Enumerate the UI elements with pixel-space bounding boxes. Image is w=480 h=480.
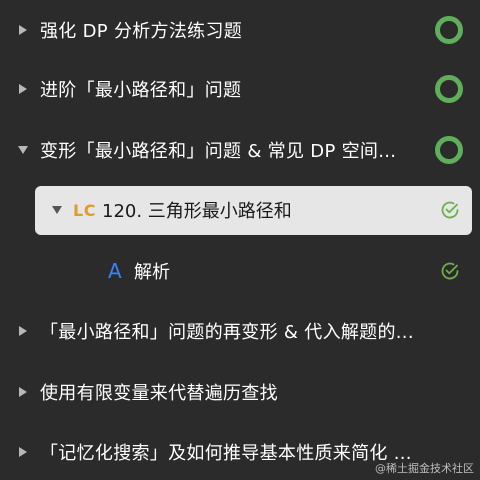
chevron-right-icon[interactable] <box>18 83 28 95</box>
chevron-right-icon[interactable] <box>18 386 28 398</box>
tree-item-title: 变形「最小路径和」问题 & 常见 DP 空间... <box>40 141 397 162</box>
watermark: @稀土掘金技术社区 <box>375 462 474 475</box>
tree-item-4[interactable]: 「最小路径和」问题的再变形 & 代入解题的... <box>0 301 480 361</box>
tree-item-title: 进阶「最小路径和」问题 <box>40 80 242 101</box>
tree-item-2[interactable]: 进阶「最小路径和」问题 <box>0 59 480 119</box>
check-circle-icon <box>440 200 460 220</box>
tree-item-3[interactable]: 变形「最小路径和」问题 & 常见 DP 空间... <box>0 120 480 180</box>
progress-ring-icon <box>435 75 463 103</box>
chevron-down-icon[interactable] <box>18 144 28 156</box>
tree-subitem-lc120[interactable]: LC 120. 三角形最小路径和 <box>0 180 480 240</box>
leetcode-badge-icon: LC <box>73 200 96 220</box>
tree-item-title: 强化 DP 分析方法练习题 <box>40 21 243 42</box>
chevron-right-icon[interactable] <box>18 325 28 337</box>
check-circle-icon <box>440 261 460 281</box>
article-badge-icon: A <box>108 259 122 283</box>
chevron-right-icon[interactable] <box>18 446 28 458</box>
progress-ring-icon <box>435 136 463 164</box>
tree-subitem-analysis[interactable]: A 解析 <box>0 241 480 301</box>
tree-item-title: 使用有限变量来代替遍历查找 <box>40 383 278 404</box>
progress-ring-icon <box>435 16 463 44</box>
analysis-title: 解析 <box>134 262 170 283</box>
problem-title: 120. 三角形最小路径和 <box>102 201 292 222</box>
chevron-right-icon[interactable] <box>18 24 28 36</box>
course-tree: 强化 DP 分析方法练习题 进阶「最小路径和」问题 变形「最小路径和」问题 & … <box>0 0 480 480</box>
chevron-down-icon[interactable] <box>52 204 62 216</box>
tree-item-1[interactable]: 强化 DP 分析方法练习题 <box>0 0 480 60</box>
tree-item-title: 「记忆化搜索」及如何推导基本性质来简化 ... <box>40 443 412 464</box>
tree-item-title: 「最小路径和」问题的再变形 & 代入解题的... <box>40 322 414 343</box>
tree-item-5[interactable]: 使用有限变量来代替遍历查找 <box>0 362 480 422</box>
